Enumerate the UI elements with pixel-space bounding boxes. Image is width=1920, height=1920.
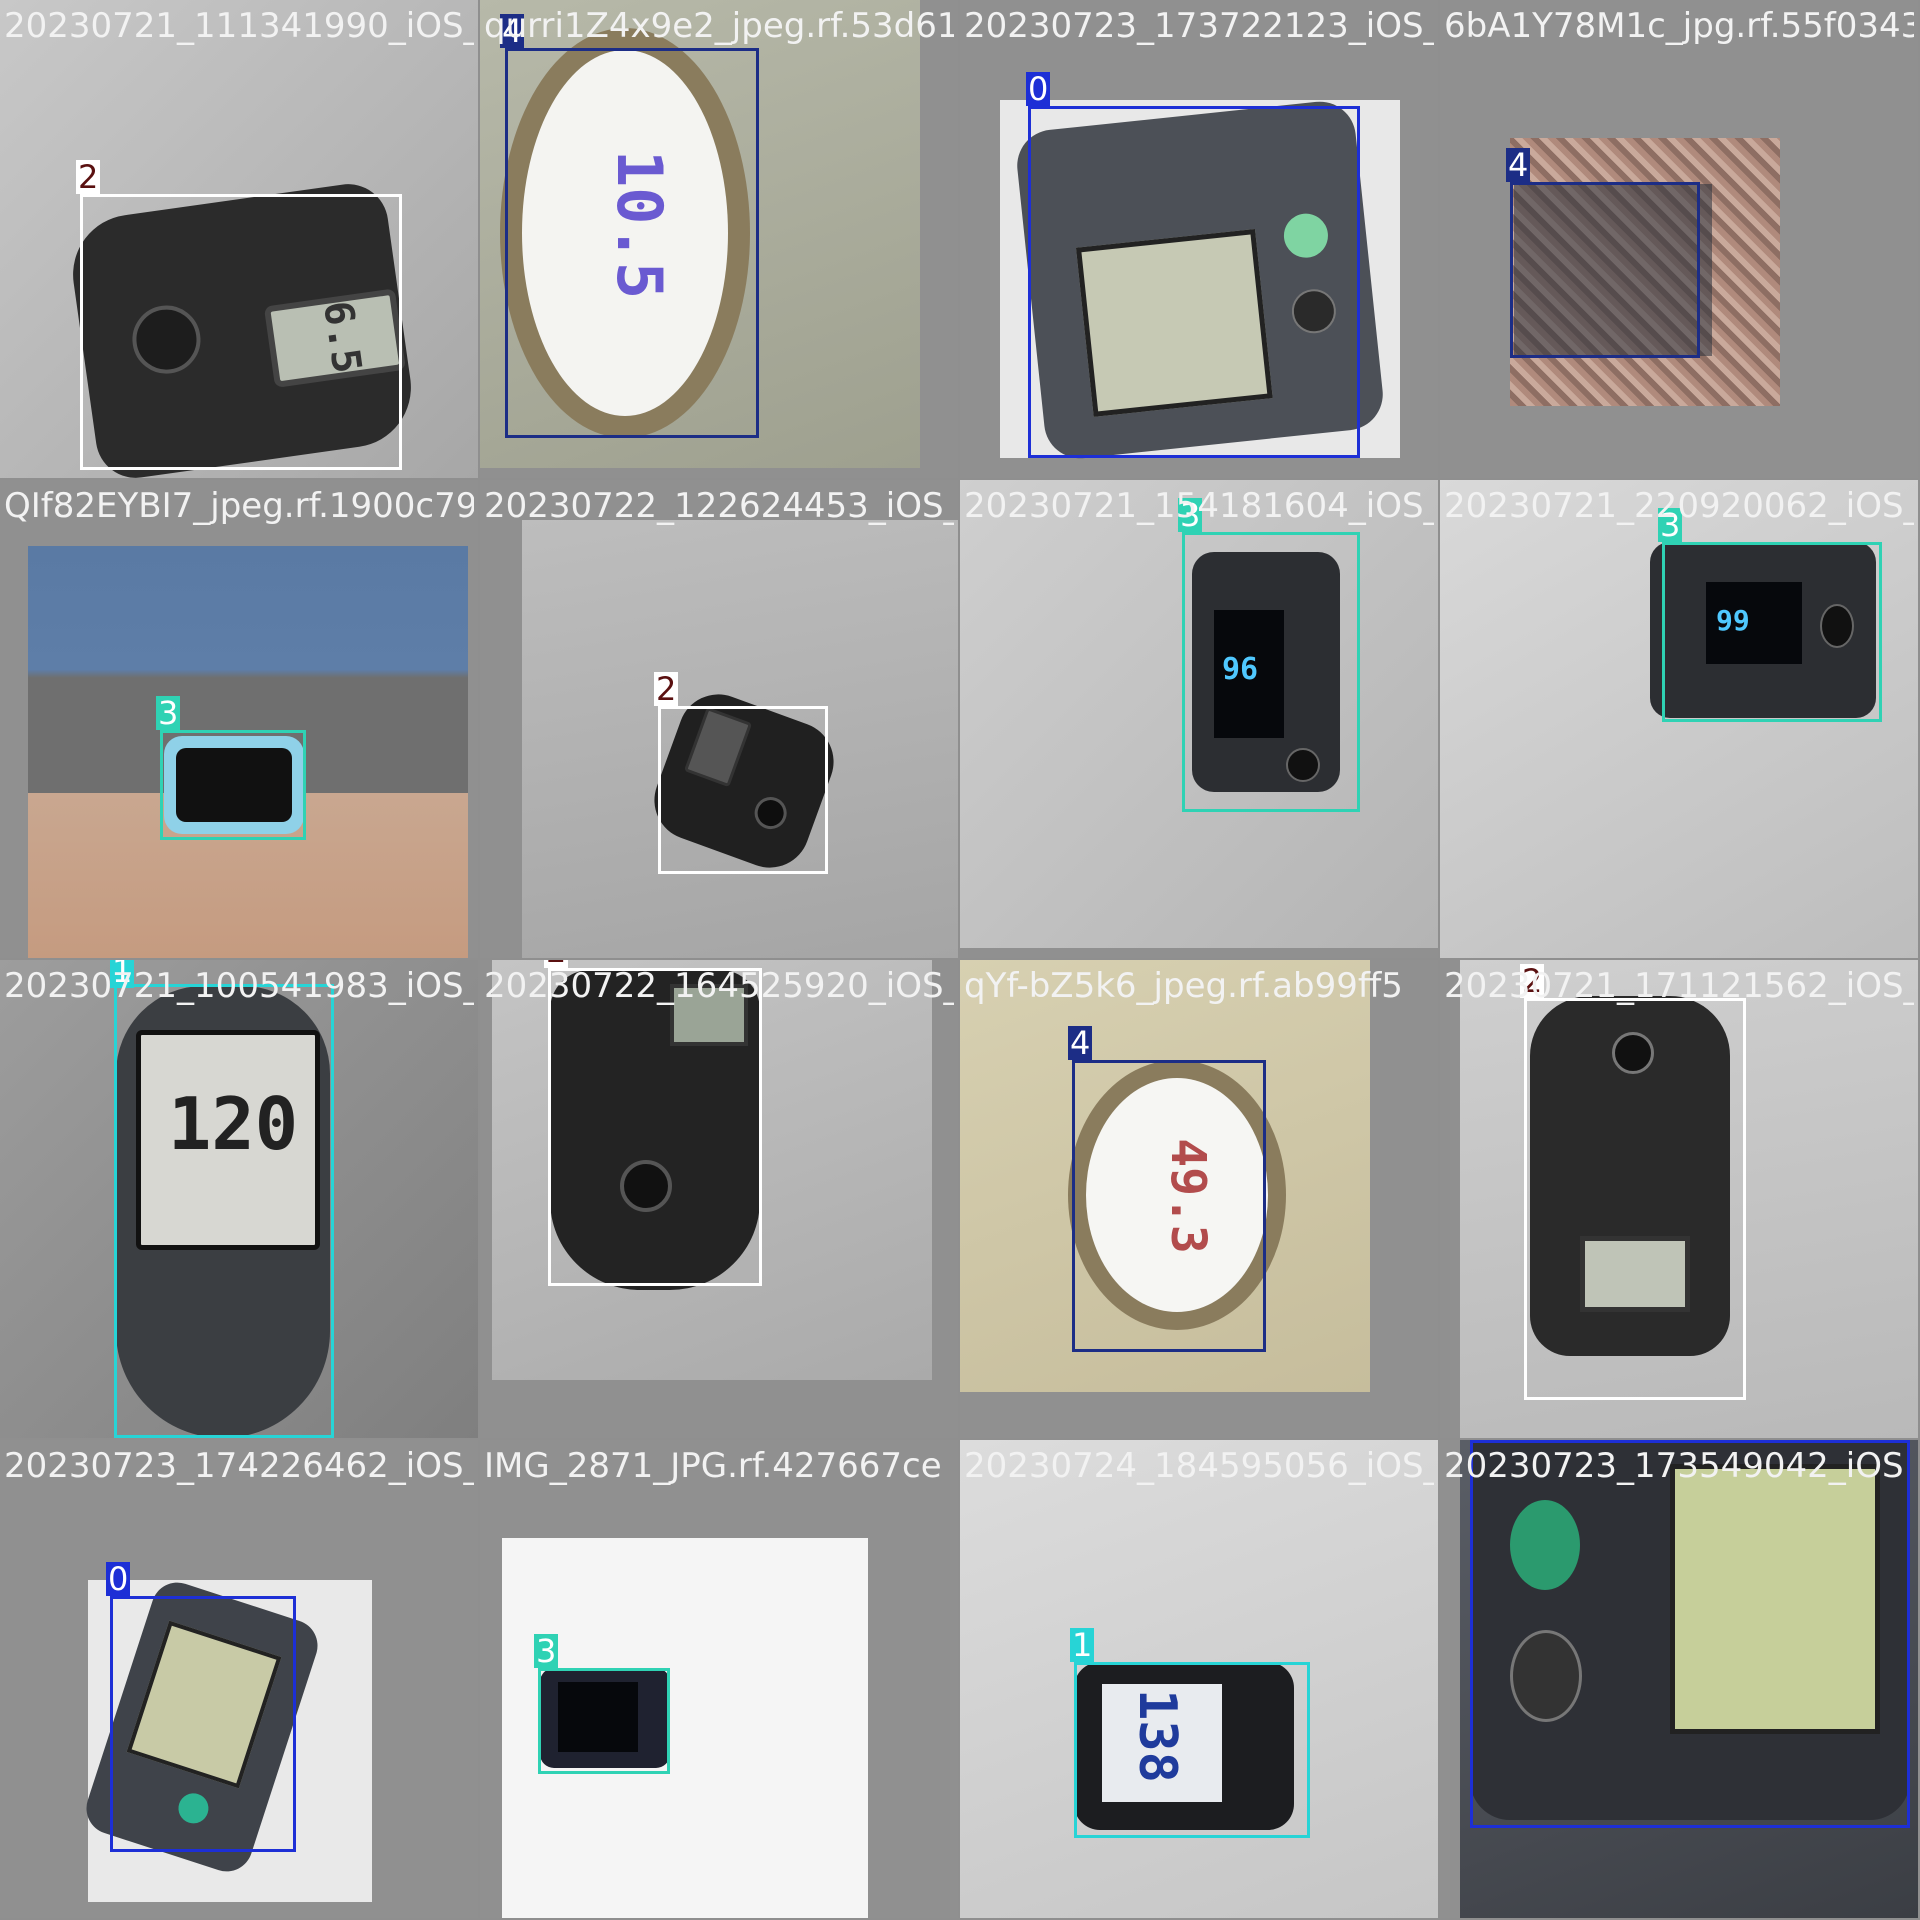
bbox — [548, 968, 762, 1286]
class-label: 4 — [1506, 146, 1531, 184]
tile-caption: QIf82EYBI7_jpeg.rf.1900c79c — [4, 486, 474, 526]
tile-3: 0 20230723_173722123_iOS_jpg.rf.f7e4ec14… — [960, 0, 1438, 478]
mosaic-grid: 6.5 2 20230721_111341990_iOS_jpg.rf.62a9… — [0, 0, 1920, 1920]
bbox — [538, 1668, 670, 1774]
tile-caption: 20230721_171121562_iOS_ — [1444, 966, 1914, 1006]
bbox — [80, 194, 402, 470]
tile-2: 10.5 4 qurri1Z4x9e2_jpeg.rf.53d61192d2b6… — [480, 0, 958, 478]
bbox — [1470, 1440, 1910, 1828]
class-label: 4 — [1068, 1024, 1093, 1062]
tile-caption: 20230723_173549042_iOS — [1444, 1446, 1904, 1486]
tile-caption: 20230723_173722123_iOS_jpg.rf.f7e4ec1407… — [964, 6, 1434, 46]
bbox — [1072, 1060, 1266, 1352]
tile-6: 2 20230722_122624453_iOS_jpg.rf.fa9c — [480, 480, 958, 958]
bbox — [1510, 182, 1700, 358]
class-label: 3 — [534, 1632, 559, 1670]
tile-16: 0 20230723_173549042_iOS — [1440, 1440, 1918, 1918]
class-label: 1 — [1070, 1626, 1095, 1664]
tile-8: 99 3 20230721_220920062_iOS_ — [1440, 480, 1918, 958]
class-label: 0 — [1026, 70, 1051, 108]
tile-13: 0 20230723_174226462_iOS_jpg.rf.f — [0, 1440, 478, 1918]
bbox — [1074, 1662, 1310, 1838]
tile-4: 4 6bA1Y78M1c_jpg.rf.55f0343 — [1440, 0, 1918, 478]
tile-caption: 20230721_111341990_iOS_jpg.rf.62a99aa8ad… — [4, 6, 474, 46]
class-label: 2 — [654, 670, 679, 708]
tile-caption: 20230723_174226462_iOS_jpg.rf.f — [4, 1446, 474, 1486]
tile-caption: qurri1Z4x9e2_jpeg.rf.53d61192d2b6d58d2c8… — [484, 6, 954, 46]
bbox — [1662, 542, 1882, 722]
tile-caption: 20230722_122624453_iOS_jpg.rf.fa9c — [484, 486, 954, 526]
tile-caption: 20230722_164525920_iOS_jpg.rf.42 — [484, 966, 954, 1006]
tile-14: 3 IMG_2871_JPG.rf.427667ce — [480, 1440, 958, 1918]
tile-1: 6.5 2 20230721_111341990_iOS_jpg.rf.62a9… — [0, 0, 478, 478]
tile-7: 96 3 20230721_154181604_iOS_jpg.rf.6ba6 — [960, 480, 1438, 958]
tile-caption: 20230721_154181604_iOS_jpg.rf.6ba6 — [964, 486, 1434, 526]
tile-15: 138 1 20230724_184595056_iOS_ — [960, 1440, 1438, 1918]
bbox — [1182, 532, 1360, 812]
bbox — [658, 706, 828, 874]
tile-caption: 20230724_184595056_iOS_ — [964, 1446, 1434, 1486]
bbox — [505, 48, 759, 438]
tile-11: 49.3 4 qYf-bZ5k6_jpeg.rf.ab99ff5 — [960, 960, 1438, 1438]
class-label: 3 — [156, 694, 181, 732]
tile-caption: qYf-bZ5k6_jpeg.rf.ab99ff5 — [964, 966, 1403, 1006]
class-label: 0 — [106, 1560, 131, 1598]
tile-12: 2 20230721_171121562_iOS_ — [1440, 960, 1918, 1438]
tile-caption: 20230721_220920062_iOS_ — [1444, 486, 1914, 526]
bbox — [114, 984, 334, 1438]
tile-caption: 20230721_100541983_iOS_jpg.rf.cb0c — [4, 966, 474, 1006]
bbox — [1524, 998, 1746, 1400]
bbox — [1028, 106, 1360, 458]
tile-5: 3 QIf82EYBI7_jpeg.rf.1900c79c — [0, 480, 478, 958]
tile-10: 2 20230722_164525920_iOS_jpg.rf.42 — [480, 960, 958, 1438]
class-label: 2 — [76, 158, 101, 196]
bbox — [160, 730, 306, 840]
bbox — [110, 1596, 296, 1852]
tile-9: 120 1 20230721_100541983_iOS_jpg.rf.cb0c — [0, 960, 478, 1438]
tile-caption: IMG_2871_JPG.rf.427667ce — [484, 1446, 942, 1486]
tile-caption: 6bA1Y78M1c_jpg.rf.55f0343 — [1444, 6, 1914, 46]
